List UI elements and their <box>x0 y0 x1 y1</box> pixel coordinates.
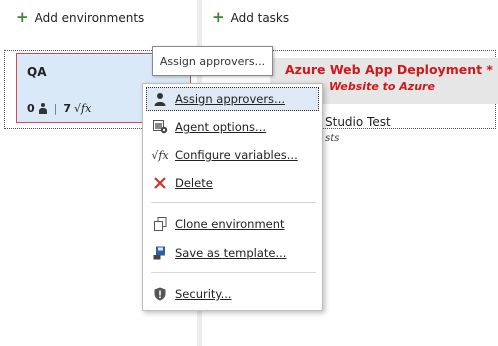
approvers-count: 0 <box>27 102 35 115</box>
menu-item-agent-options[interactable]: Agent options... <box>146 115 319 139</box>
task-title: Azure Web App Deployment * <box>285 62 493 77</box>
environment-context-menu: Assign approvers... Agent options... √fx… <box>142 83 323 311</box>
agent-gear-icon <box>152 119 168 135</box>
delete-x-icon <box>152 175 168 191</box>
plus-icon: + <box>16 8 29 26</box>
clone-icon <box>152 216 168 232</box>
approver-icon <box>38 103 48 114</box>
menu-item-label: Assign approvers... <box>175 92 286 106</box>
menu-item-label: Save as template... <box>175 246 287 260</box>
menu-item-security[interactable]: Security... <box>146 282 319 306</box>
menu-item-label: Clone environment <box>175 217 285 231</box>
menu-item-label: Configure variables... <box>175 148 298 162</box>
variables-count: 7 <box>63 102 72 115</box>
menu-item-delete[interactable]: Delete <box>146 171 319 195</box>
add-environments-button[interactable]: + Add environments <box>16 10 144 25</box>
task-subtitle: Website to Azure <box>329 80 435 93</box>
task-title[interactable]: Studio Test <box>325 115 391 129</box>
menu-item-label: Security... <box>175 287 232 301</box>
person-icon <box>152 91 168 107</box>
task-subtitle: sts <box>325 133 340 144</box>
menu-item-clone-environment[interactable]: Clone environment <box>146 212 319 236</box>
fx-icon: √fx <box>151 148 169 162</box>
menu-separator <box>151 202 316 203</box>
assign-approvers-tooltip: Assign approvers... <box>152 46 273 76</box>
menu-item-label: Delete <box>175 176 213 190</box>
menu-item-assign-approvers[interactable]: Assign approvers... <box>146 87 319 111</box>
menu-separator <box>151 272 316 273</box>
menu-item-label: Agent options... <box>175 120 267 134</box>
plus-icon: + <box>212 8 225 26</box>
add-tasks-label: Add tasks <box>230 10 290 25</box>
save-template-icon <box>152 245 168 261</box>
stats-separator: | <box>53 102 58 115</box>
variables-fx-icon: √fx <box>74 102 92 115</box>
add-tasks-button[interactable]: + Add tasks <box>212 10 289 25</box>
add-environments-label: Add environments <box>34 10 145 25</box>
menu-item-configure-variables[interactable]: √fx Configure variables... <box>146 143 319 167</box>
shield-icon <box>152 286 168 302</box>
environment-stats: 0 | 7 √fx <box>27 102 91 115</box>
environment-name: QA <box>27 65 47 79</box>
menu-item-save-as-template[interactable]: Save as template... <box>146 241 319 265</box>
